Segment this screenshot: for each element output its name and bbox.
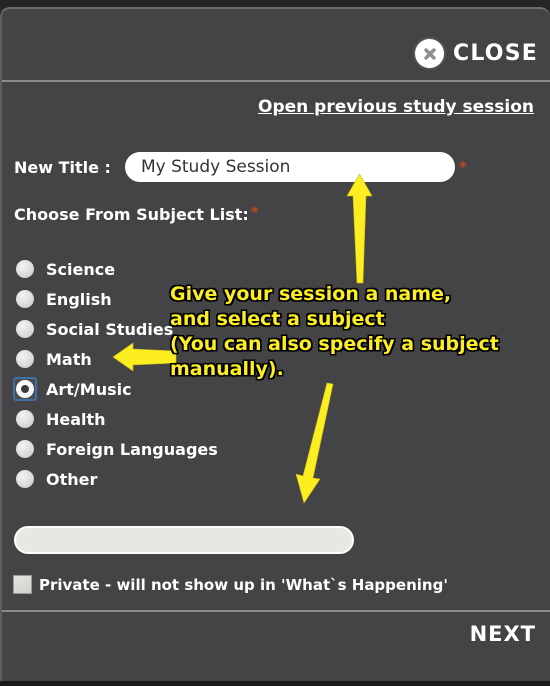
- radio-icon: [13, 407, 37, 431]
- subject-option-label: Science: [46, 259, 116, 279]
- radio-icon: [13, 317, 37, 341]
- open-previous-study-session-link[interactable]: Open previous study session: [258, 97, 534, 117]
- private-checkbox-row[interactable]: Private - will not show up in 'What`s Ha…: [13, 575, 448, 594]
- next-button[interactable]: NEXT: [470, 622, 536, 646]
- subject-option-art-music[interactable]: Art/Music: [13, 374, 218, 404]
- subject-list-heading: Choose From Subject List: *: [14, 203, 259, 225]
- header-divider: [2, 80, 550, 82]
- subject-option-label: Math: [46, 349, 92, 369]
- radio-icon-selected: [13, 377, 37, 401]
- subject-option-math[interactable]: Math: [13, 344, 218, 374]
- subject-option-label: English: [46, 289, 112, 309]
- subject-option-social-studies[interactable]: Social Studies: [13, 314, 218, 344]
- subject-option-label: Health: [46, 409, 106, 429]
- new-title-row: New Title : *: [14, 152, 467, 182]
- radio-icon: [13, 467, 37, 491]
- subject-option-foreign-languages[interactable]: Foreign Languages: [13, 434, 218, 464]
- study-session-dialog-screen: CLOSE Open previous study session New Ti…: [0, 0, 550, 681]
- dialog-header: CLOSE: [2, 9, 550, 79]
- private-checkbox[interactable]: [13, 575, 32, 594]
- new-study-session-dialog: CLOSE Open previous study session New Ti…: [0, 7, 550, 681]
- private-checkbox-label: Private - will not show up in 'What`s Ha…: [39, 575, 448, 594]
- radio-icon: [13, 287, 37, 311]
- close-button[interactable]: CLOSE: [415, 39, 538, 68]
- radio-icon: [13, 347, 37, 371]
- subject-option-other[interactable]: Other: [13, 464, 218, 494]
- new-title-label: New Title :: [14, 157, 111, 177]
- subject-option-label: Foreign Languages: [46, 439, 218, 459]
- footer-divider: [2, 610, 550, 612]
- radio-icon: [13, 437, 37, 461]
- subject-option-label: Other: [46, 469, 98, 489]
- close-button-label: CLOSE: [453, 41, 538, 66]
- subject-option-english[interactable]: English: [13, 284, 218, 314]
- subject-required-asterisk: *: [250, 203, 259, 221]
- subject-option-science[interactable]: Science: [13, 254, 218, 284]
- previous-session-row: Open previous study session: [258, 97, 534, 117]
- other-subject-input[interactable]: [14, 526, 354, 554]
- subject-radio-list: Science English Social Studies Math Art/…: [13, 254, 218, 494]
- close-x-circle-icon: [415, 39, 445, 68]
- title-required-asterisk: *: [458, 157, 467, 176]
- subject-option-label: Social Studies: [46, 319, 174, 339]
- subject-option-health[interactable]: Health: [13, 404, 218, 434]
- subject-option-label: Art/Music: [46, 379, 132, 399]
- radio-icon: [13, 257, 37, 281]
- new-title-input[interactable]: [124, 152, 455, 182]
- subject-list-heading-text: Choose From Subject List:: [14, 205, 249, 224]
